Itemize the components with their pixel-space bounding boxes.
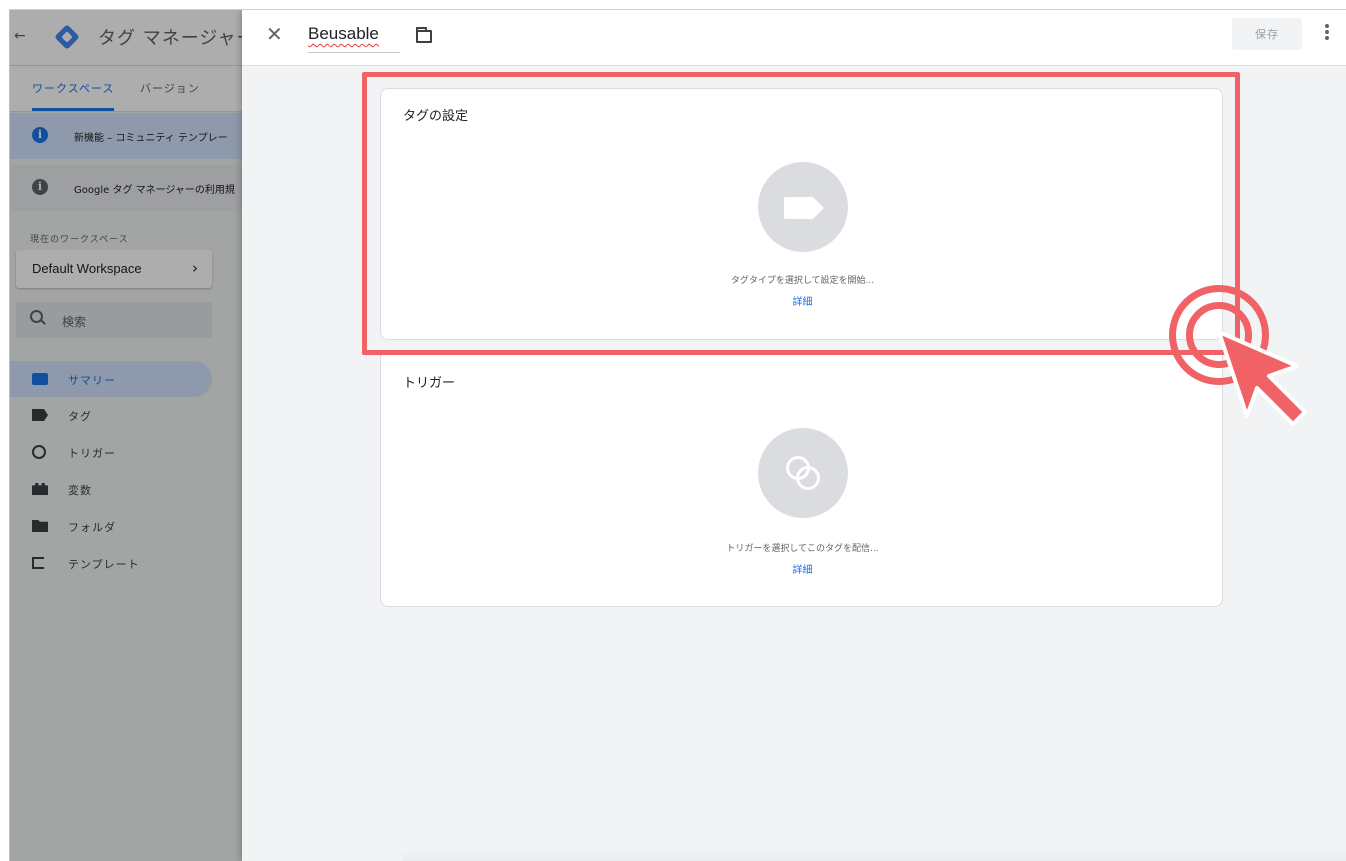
tag-name-field[interactable]: Beusable xyxy=(308,24,379,44)
trigger-selector[interactable] xyxy=(758,428,848,518)
highlight-box xyxy=(362,72,1240,355)
panel-bottom-shadow xyxy=(402,850,1346,861)
sidebar: ← タグ マネージャー ワークスペース バージョン i 新機能 – コミュニティ… xyxy=(10,10,242,861)
tag-name-underline xyxy=(308,52,400,53)
card-title: トリガー xyxy=(403,376,456,391)
folder-icon[interactable] xyxy=(416,27,432,43)
editor-header: ✕ Beusable 保存 xyxy=(242,10,1346,66)
close-icon[interactable]: ✕ xyxy=(266,24,283,44)
trigger-icon xyxy=(786,456,822,492)
modal-scrim[interactable] xyxy=(10,10,242,861)
triggering-card[interactable]: トリガー トリガーを選択してこのタグを配信... 詳細 xyxy=(380,355,1223,607)
more-vert-icon[interactable] xyxy=(1324,24,1330,44)
cursor-arrow-icon xyxy=(1217,330,1307,426)
learn-more-link[interactable]: 詳細 xyxy=(381,561,1224,576)
save-button[interactable]: 保存 xyxy=(1232,18,1302,50)
triggering-hint: トリガーを選択してこのタグを配信... xyxy=(726,544,879,554)
